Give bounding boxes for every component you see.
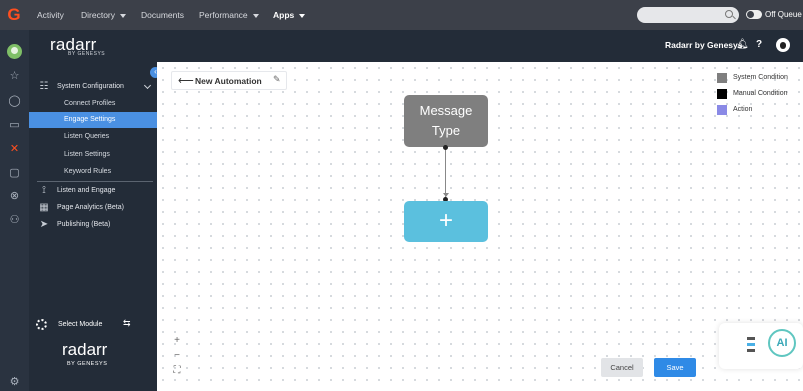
search-icon: [725, 10, 733, 18]
legend-label-system-condition: System Condition: [733, 74, 788, 81]
sidebar-item-keyword-rules[interactable]: Keyword Rules: [64, 168, 111, 175]
fit-view-button[interactable]: ⛶: [168, 364, 186, 377]
legend-label-manual-condition: Manual Condition: [733, 90, 788, 97]
help-icon[interactable]: ?: [756, 40, 762, 50]
sliders-icon: ☷: [39, 81, 49, 92]
sidebar-item-engage-settings[interactable]: Engage Settings: [64, 116, 115, 123]
video-icon[interactable]: ▭: [8, 119, 21, 132]
people-icon[interactable]: ⚇: [8, 214, 21, 227]
swap-icon[interactable]: ⇆: [123, 318, 131, 329]
queue-status-label: Off Queue: [765, 10, 802, 19]
nav-documents[interactable]: Documents: [141, 0, 184, 30]
sidebar-item-page-analytics[interactable]: Page Analytics (Beta): [57, 204, 124, 211]
queue-toggle[interactable]: [746, 10, 762, 19]
chevron-down-icon: [299, 13, 306, 18]
support-icon[interactable]: ⊗: [8, 190, 21, 203]
left-rail: [0, 30, 29, 391]
analytics-icon: ▦: [39, 202, 49, 213]
automation-title: New Automation: [195, 76, 262, 86]
sidebar-divider: [37, 181, 153, 182]
genesys-logo-icon[interactable]: G: [7, 6, 21, 24]
connector-handle-top[interactable]: [443, 145, 448, 150]
chevron-down-icon: [252, 13, 259, 18]
ai-assistant-button[interactable]: AI: [768, 329, 796, 357]
send-icon: ➤: [39, 219, 49, 230]
ai-widget-bar: [747, 337, 755, 340]
add-node-button[interactable]: +: [404, 201, 488, 242]
legend-swatch-system-condition: [717, 73, 727, 83]
sidebar-item-listen-settings[interactable]: Listen Settings: [64, 151, 110, 158]
radarr-logo-subtitle: BY GENESYS: [68, 51, 106, 57]
inbox-icon[interactable]: ▢: [8, 167, 21, 180]
message-type-node[interactable]: Message Type: [404, 95, 488, 147]
settings-icon[interactable]: ⚙: [8, 376, 21, 389]
ai-widget-bar: [747, 349, 755, 352]
ai-widget-bar: [747, 343, 755, 346]
zoom-in-button[interactable]: +: [168, 334, 186, 347]
radarr-app-icon[interactable]: ✕: [8, 143, 21, 156]
user-avatar[interactable]: [776, 38, 790, 52]
nav-directory[interactable]: Directory: [81, 0, 127, 30]
chat-icon[interactable]: ◯: [8, 95, 21, 108]
module-icon: [36, 319, 47, 330]
avatar[interactable]: [7, 44, 22, 59]
account-name[interactable]: Radarr by Genesys: [665, 40, 742, 50]
legend-swatch-manual-condition: [717, 89, 727, 99]
nav-activity[interactable]: Activity: [37, 0, 64, 30]
cancel-button[interactable]: Cancel: [601, 358, 643, 377]
sidebar-item-connect-profiles[interactable]: Connect Profiles: [64, 100, 115, 107]
nav-performance[interactable]: Performance: [199, 0, 259, 30]
sidebar-item-publishing[interactable]: Publishing (Beta): [57, 221, 110, 228]
zoom-out-button[interactable]: −: [168, 349, 186, 362]
node-connector: [445, 147, 446, 199]
edit-pencil-icon[interactable]: ✎: [273, 74, 281, 85]
legend-label-action: Action: [733, 106, 753, 113]
select-module-label[interactable]: Select Module: [58, 321, 102, 328]
star-icon[interactable]: ☆: [8, 70, 21, 83]
save-button[interactable]: Save: [654, 358, 696, 377]
back-arrow-icon[interactable]: ⟵: [178, 74, 194, 87]
sidebar-section-system-configuration[interactable]: System Configuration: [57, 83, 124, 90]
chevron-down-icon: [120, 13, 127, 18]
listen-engage-icon: ⟟: [42, 185, 46, 196]
sidebar-item-listen-queries[interactable]: Listen Queries: [64, 133, 109, 140]
nav-apps[interactable]: Apps: [273, 0, 306, 30]
radarr-logo-bottom-subtitle: BY GENESYS: [67, 361, 108, 367]
sidebar-item-listen-and-engage[interactable]: Listen and Engage: [57, 187, 115, 194]
radarr-logo-bottom: radarr: [62, 340, 108, 359]
search-input[interactable]: [637, 7, 739, 23]
bell-icon[interactable]: 🔔︎: [736, 40, 749, 50]
legend-swatch-action: [717, 105, 727, 115]
